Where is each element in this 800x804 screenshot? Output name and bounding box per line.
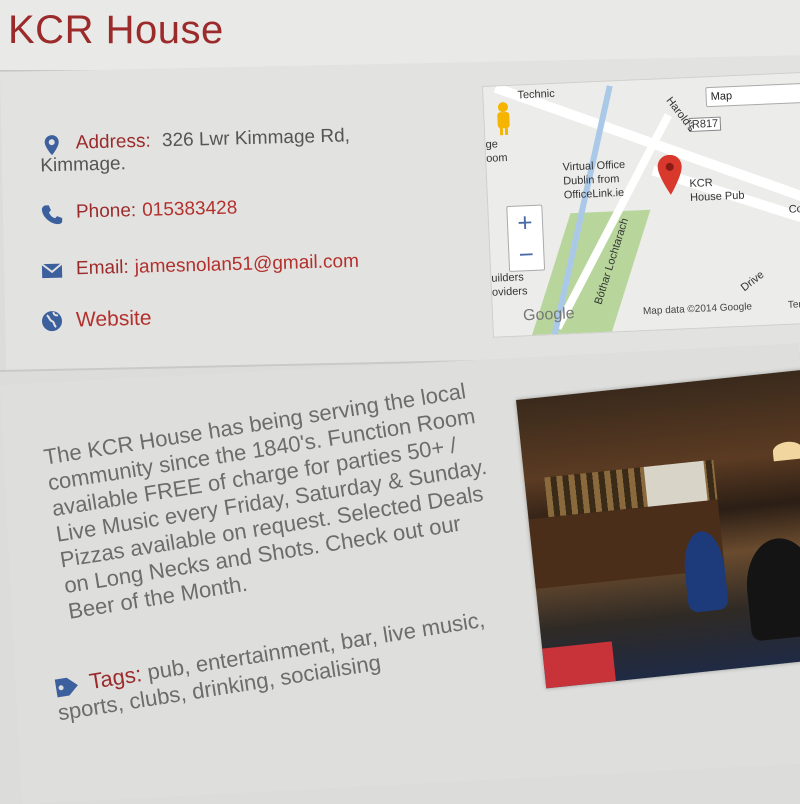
map-pin-icon [44,135,59,156]
map-terms-link[interactable]: Terr [788,299,800,311]
map-label: Virtual Office [562,158,626,174]
map-type-button[interactable]: Map [705,82,800,108]
map-label: KCR [689,177,713,191]
photo-lamp [771,440,800,462]
phone-link[interactable]: 015383428 [142,197,238,221]
google-logo: Google [522,305,575,325]
zoom-out-button[interactable]: − [509,237,544,270]
map-label: Technic [517,87,555,102]
map-label: Co [788,203,800,216]
address-line1: 326 Lwr Kimmage Rd, [161,125,351,152]
map-label: ge [485,138,499,151]
phone-icon [41,205,63,225]
map-label: Drive [738,268,767,294]
map-label: oviders [491,285,528,299]
map-label: House Pub [689,189,745,205]
pegman-icon[interactable] [492,100,516,137]
address-label: Address: [75,130,151,154]
pub-interior-photo [516,368,800,689]
page-title: KCR House [8,8,224,52]
globe-icon [42,311,63,332]
address-line2: Kimmage. [40,153,127,177]
photo-person [742,534,800,642]
location-map[interactable]: Technic ge oom Virtual Office Dublin fro… [482,71,800,338]
map-label: uilders [491,271,525,285]
phone-label: Phone: [75,200,137,223]
email-label: Email: [75,256,130,280]
email-link[interactable]: jamesnolan51@gmail.com [135,251,360,279]
map-marker-icon[interactable] [656,154,684,195]
map-zoom-control: + − [506,204,546,272]
envelope-icon [41,262,63,279]
website-row: Website [40,307,152,334]
map-attribution: Map data ©2014 Google [642,301,753,318]
photo-rug [542,641,616,689]
website-link[interactable]: Website [76,307,152,333]
map-label: Dublin from [562,173,620,188]
map-label: OfficeLink.ie [563,186,625,202]
map-label: oom [485,151,508,165]
zoom-in-button[interactable]: + [507,206,542,239]
